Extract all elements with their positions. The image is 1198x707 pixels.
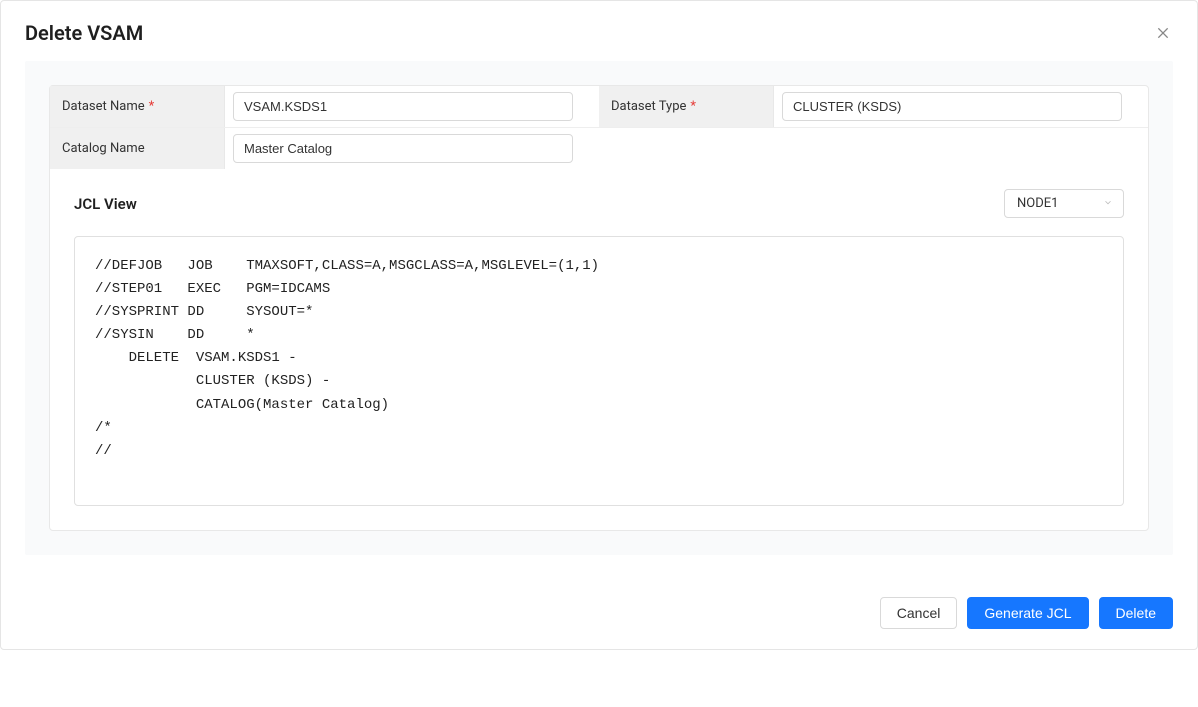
dataset-name-input[interactable] [233, 92, 573, 121]
close-icon[interactable] [1153, 23, 1173, 43]
form-panel: Dataset Name * Dataset Type * [25, 61, 1173, 555]
delete-vsam-modal: Delete VSAM Dataset Name * Dataset [0, 0, 1198, 650]
node-select[interactable]: NODE1 [1004, 189, 1124, 218]
empty-cell [774, 128, 1148, 169]
modal-footer: Cancel Generate JCL Delete [1, 579, 1197, 649]
empty-cell [599, 128, 774, 169]
form-row-1: Dataset Name * Dataset Type * [50, 86, 1148, 128]
dataset-type-input[interactable] [782, 92, 1122, 121]
delete-button[interactable]: Delete [1099, 597, 1173, 629]
form-row-2: Catalog Name [50, 128, 1148, 169]
catalog-name-label: Catalog Name [50, 128, 225, 169]
cancel-button[interactable]: Cancel [880, 597, 958, 629]
jcl-view-title: JCL View [74, 195, 137, 213]
catalog-name-label-text: Catalog Name [62, 141, 145, 156]
chevron-down-icon [1103, 196, 1113, 211]
catalog-name-cell [225, 128, 599, 169]
dataset-type-cell [774, 86, 1148, 127]
modal-title: Delete VSAM [25, 21, 143, 45]
dataset-type-label-text: Dataset Type [611, 99, 686, 114]
jcl-section: JCL View NODE1 //DEFJOB JOB TMAXSOFT,CLA… [50, 169, 1148, 530]
jcl-header: JCL View NODE1 [74, 189, 1124, 218]
jcl-code-view[interactable]: //DEFJOB JOB TMAXSOFT,CLASS=A,MSGCLASS=A… [74, 236, 1124, 506]
dataset-name-label-text: Dataset Name [62, 99, 145, 114]
modal-body: Dataset Name * Dataset Type * [1, 61, 1197, 579]
required-asterisk: * [149, 99, 155, 114]
required-asterisk: * [690, 99, 696, 114]
dataset-name-label: Dataset Name * [50, 86, 225, 127]
catalog-name-input[interactable] [233, 134, 573, 163]
modal-header: Delete VSAM [1, 1, 1197, 61]
dataset-type-label: Dataset Type * [599, 86, 774, 127]
form-card: Dataset Name * Dataset Type * [49, 85, 1149, 531]
dataset-name-cell [225, 86, 599, 127]
generate-jcl-button[interactable]: Generate JCL [967, 597, 1088, 629]
node-select-value: NODE1 [1017, 196, 1058, 211]
